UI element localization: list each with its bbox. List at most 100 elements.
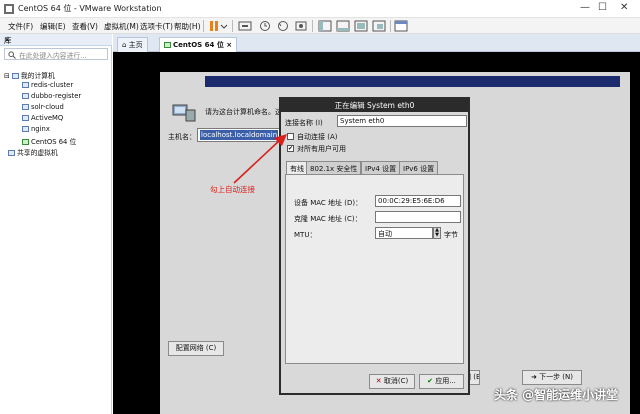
next-arrow-icon: ➜ — [530, 373, 540, 381]
cancel-icon: ✕ — [375, 377, 384, 385]
apply-label: 应用... — [435, 377, 456, 385]
vm-icon — [22, 104, 29, 110]
vm-icon — [22, 115, 29, 121]
toolbar-separator — [312, 20, 313, 32]
tree-label: solr-cloud — [31, 103, 64, 111]
tree-label: 我的计算机 — [20, 72, 55, 80]
tab-bar: ⌂ 主页 CentOS 64 位 × — [113, 34, 640, 52]
wired-settings-panel: 设备 MAC 地址 (D)： 00:0C:29:E5:6E:D6 克隆 MAC … — [285, 174, 464, 364]
clone-mac-input[interactable] — [375, 211, 461, 223]
tree-item-dubbo-register[interactable]: dubbo-register — [22, 92, 81, 100]
all-users-label: 对所有用户可用 — [297, 145, 346, 153]
tree-item-shared-vms[interactable]: 共享的虚拟机 — [8, 147, 58, 157]
next-button[interactable]: ➜ 下一步 (N) — [522, 370, 582, 385]
dropdown-icon[interactable] — [220, 20, 228, 32]
tree-label: CentOS 64 位 — [31, 138, 77, 146]
vm-icon — [22, 82, 29, 88]
tree-label: redis-cluster — [31, 81, 74, 89]
mtu-input[interactable]: 自动 — [375, 227, 433, 239]
tab-ipv6[interactable]: IPv6 设置 — [399, 161, 439, 175]
home-icon: ⌂ — [122, 41, 129, 49]
vmware-app-icon — [4, 4, 14, 14]
cancel-button[interactable]: ✕ 取消(C) — [369, 374, 415, 389]
tree-item-solr-cloud[interactable]: solr-cloud — [22, 103, 64, 111]
tab-centos[interactable]: CentOS 64 位 × — [159, 37, 238, 52]
tab-label: 主页 — [128, 41, 143, 49]
snapshot-icon[interactable] — [258, 20, 272, 32]
snapshot-manager-icon[interactable] — [294, 20, 308, 32]
menu-vm[interactable]: 虚拟机(M) — [104, 21, 139, 32]
window-title: CentOS 64 位 - VMware Workstation — [18, 4, 162, 13]
auto-connect-label: 自动连接 (A) — [297, 133, 338, 141]
tree-item-activemq[interactable]: ActiveMQ — [22, 114, 63, 122]
tree-item-centos[interactable]: CentOS 64 位 — [22, 136, 76, 146]
apply-button[interactable]: ✔ 应用... — [419, 374, 464, 389]
tree-label: dubbo-register — [31, 92, 82, 100]
menu-help[interactable]: 帮助(H) — [174, 21, 201, 32]
device-mac-input[interactable]: 00:0C:29:E5:6E:D6 — [375, 195, 461, 207]
mtu-unit: 字节 — [444, 231, 458, 239]
revert-snapshot-icon[interactable] — [276, 20, 290, 32]
thumbnail-view-icon[interactable] — [336, 20, 350, 32]
menu-edit[interactable]: 编辑(E) — [40, 21, 66, 32]
vm-icon — [22, 93, 29, 99]
vm-icon — [22, 126, 29, 132]
mtu-stepper[interactable]: ▲ ▼ — [433, 227, 441, 239]
configure-network-button[interactable]: 配置网络 (C) — [168, 341, 224, 356]
tab-ipv4[interactable]: IPv4 设置 — [361, 161, 401, 175]
tab-label: CentOS 64 位 — [173, 41, 224, 49]
tab-close-button[interactable]: × — [226, 41, 232, 49]
menu-view[interactable]: 查看(V) — [72, 21, 98, 32]
tree-item-nginx[interactable]: nginx — [22, 125, 50, 133]
watermark: 头条 @智能运维小讲堂 — [494, 388, 619, 402]
search-placeholder: 在此处键入内容进行... — [19, 52, 87, 60]
device-mac-label: 设备 MAC 地址 (D)： — [294, 199, 363, 207]
toolbar-separator — [232, 20, 233, 32]
send-keys-icon[interactable] — [238, 20, 252, 32]
annotation-arrow — [233, 134, 287, 184]
hostname-label: 主机名： — [168, 133, 196, 141]
next-label: 下一步 (N) — [539, 373, 574, 381]
computer-icon — [11, 73, 19, 79]
dialog-title: 正在编辑 System eth0 — [281, 99, 468, 112]
tree-label: ActiveMQ — [31, 114, 64, 122]
shared-vm-icon — [8, 150, 15, 156]
minimize-button[interactable]: — — [580, 2, 590, 13]
tree-label: 共享的虚拟机 — [17, 149, 58, 157]
network-computer-icon — [172, 104, 196, 122]
tab-home[interactable]: ⌂ 主页 — [117, 37, 148, 52]
toolbar-separator — [203, 20, 204, 32]
unity-view-icon[interactable] — [372, 20, 386, 32]
search-icon — [8, 51, 16, 59]
collapse-icon[interactable]: ⊟ — [4, 72, 12, 80]
tree-root-my-computer[interactable]: ⊟ 我的计算机 — [4, 70, 55, 80]
edit-connection-dialog: 正在编辑 System eth0 连接名称 (I) System eth0 自动… — [279, 97, 470, 395]
menu-file[interactable]: 文件(F) — [8, 21, 33, 32]
console-view-icon[interactable] — [394, 20, 408, 32]
pause-icon[interactable] — [207, 20, 221, 32]
library-search-input[interactable]: 在此处键入内容进行... — [4, 48, 108, 60]
connection-name-input[interactable]: System eth0 — [337, 115, 467, 127]
cancel-label: 取消(C) — [383, 377, 409, 385]
tree-label: nginx — [31, 125, 50, 133]
apply-icon: ✔ — [427, 377, 436, 385]
close-button[interactable]: ✕ — [620, 2, 628, 13]
menu-tabs[interactable]: 选项卡(T) — [140, 21, 173, 32]
maximize-button[interactable]: ☐ — [598, 2, 607, 13]
full-screen-icon[interactable] — [354, 20, 368, 32]
library-view-icon[interactable] — [318, 20, 332, 32]
installer-banner — [205, 76, 620, 87]
library-close-button[interactable]: × — [4, 35, 108, 44]
title-bar: CentOS 64 位 - VMware Workstation — ☐ ✕ — [0, 0, 640, 18]
toolbar-separator — [390, 20, 391, 32]
mtu-label: MTU： — [294, 231, 317, 239]
library-header: 库 × — [0, 34, 112, 46]
vm-running-icon — [22, 139, 29, 145]
vm-running-icon — [164, 42, 171, 48]
clone-mac-label: 克隆 MAC 地址 (C)： — [294, 215, 362, 223]
menu-bar: 文件(F) 编辑(E) 查看(V) 虚拟机(M) 选项卡(T) 帮助(H) — [0, 18, 640, 34]
hostname-question: 请为这台计算机命名。这 — [205, 108, 282, 116]
tab-8021x[interactable]: 802.1x 安全性 — [306, 161, 362, 175]
tree-item-redis-cluster[interactable]: redis-cluster — [22, 81, 73, 89]
stepper-down-icon[interactable]: ▼ — [435, 232, 439, 238]
